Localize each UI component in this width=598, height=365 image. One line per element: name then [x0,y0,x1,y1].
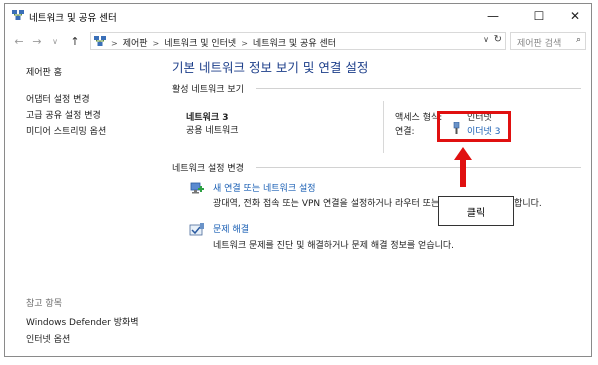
minimize-button[interactable]: — [475,4,511,28]
sidebar-link-internet-options[interactable]: 인터넷 옵션 [26,332,70,345]
section-divider [256,167,581,168]
network-name: 네트워크 3 [186,113,229,123]
control-panel-icon [94,36,106,46]
red-arrow-icon [454,147,472,187]
address-bar[interactable]: > 제어판 > 네트워크 및 인터넷 > 네트워크 및 공유 센터 ∨ ↻ [90,32,506,50]
address-dropdown-icon[interactable]: ∨ [483,35,489,44]
search-placeholder: 제어판 검색 [517,39,562,49]
breadcrumb: > 제어판 > 네트워크 및 인터넷 > 네트워크 및 공유 센터 [111,36,336,49]
breadcrumb-network-internet[interactable]: 네트워크 및 인터넷 [164,39,236,49]
navigation-bar: ← → ∨ ↑ > 제어판 > 네트워크 및 인터넷 > 네트워크 및 공유 센터 ∨ ↻… [5,29,591,53]
close-button[interactable]: ✕ [557,4,593,28]
vertical-divider [383,101,384,153]
highlight-box [437,111,511,142]
see-also-title: 참고 항목 [26,299,62,309]
new-connection-link[interactable]: 새 연결 또는 네트워크 설정 [213,181,316,194]
breadcrumb-network-sharing-center[interactable]: 네트워크 및 공유 센터 [253,39,336,49]
page-title: 기본 네트워크 정보 보기 및 연결 설정 [172,60,369,75]
network-center-app-icon [12,10,24,20]
breadcrumb-control-panel[interactable]: 제어판 [123,39,148,49]
sidebar: 제어판 홈 어댑터 설정 변경 고급 공유 설정 변경 미디어 스트리밍 옵션 … [5,54,155,354]
main-content: 기본 네트워크 정보 보기 및 연결 설정 활성 네트워크 보기 네트워크 3 … [155,54,585,354]
sidebar-link-adapter-settings[interactable]: 어댑터 설정 변경 [26,92,90,105]
troubleshoot-icon [189,223,204,236]
section-divider [256,88,581,89]
back-arrow-icon[interactable]: ← [11,33,27,49]
up-arrow-icon[interactable]: ↑ [67,33,83,49]
refresh-icon[interactable]: ↻ [494,34,502,45]
active-networks-title: 활성 네트워크 보기 [172,85,244,95]
breadcrumb-chevron-icon[interactable]: > [153,39,160,48]
sidebar-link-media-streaming[interactable]: 미디어 스트리밍 옵션 [26,124,106,137]
window-title: 네트워크 및 공유 센터 [29,13,117,24]
network-type[interactable]: 공용 네트워크 [186,123,239,136]
search-input[interactable]: 제어판 검색 ⌕ [510,32,586,50]
access-type-label: 액세스 형식: [395,113,443,123]
title-bar[interactable]: 네트워크 및 공유 센터 — ☐ ✕ [5,4,591,28]
breadcrumb-chevron-icon[interactable]: > [241,39,248,48]
sidebar-link-control-panel-home[interactable]: 제어판 홈 [26,65,62,78]
breadcrumb-chevron-icon[interactable]: > [111,39,118,48]
sidebar-link-advanced-sharing[interactable]: 고급 공유 설정 변경 [26,108,101,121]
change-settings-title: 네트워크 설정 변경 [172,164,244,174]
network-sharing-center-window: 네트워크 및 공유 센터 — ☐ ✕ ← → ∨ ↑ > 제어판 > 네트워크 및 인… [4,3,592,357]
recent-locations-chevron-icon[interactable]: ∨ [47,33,63,49]
click-callout: 클릭 [438,196,514,226]
troubleshoot-description: 네트워크 문제를 진단 및 해결하거나 문제 해결 정보를 얻습니다. [213,241,455,251]
connection-label: 연결: [395,127,415,137]
maximize-button[interactable]: ☐ [521,4,557,28]
search-icon[interactable]: ⌕ [576,35,581,45]
troubleshoot-link[interactable]: 문제 해결 [213,222,249,235]
sidebar-link-windows-defender-firewall[interactable]: Windows Defender 방화벽 [26,315,139,328]
new-connection-icon [190,182,204,194]
forward-arrow-icon[interactable]: → [29,33,45,49]
callout-text: 클릭 [466,207,486,219]
